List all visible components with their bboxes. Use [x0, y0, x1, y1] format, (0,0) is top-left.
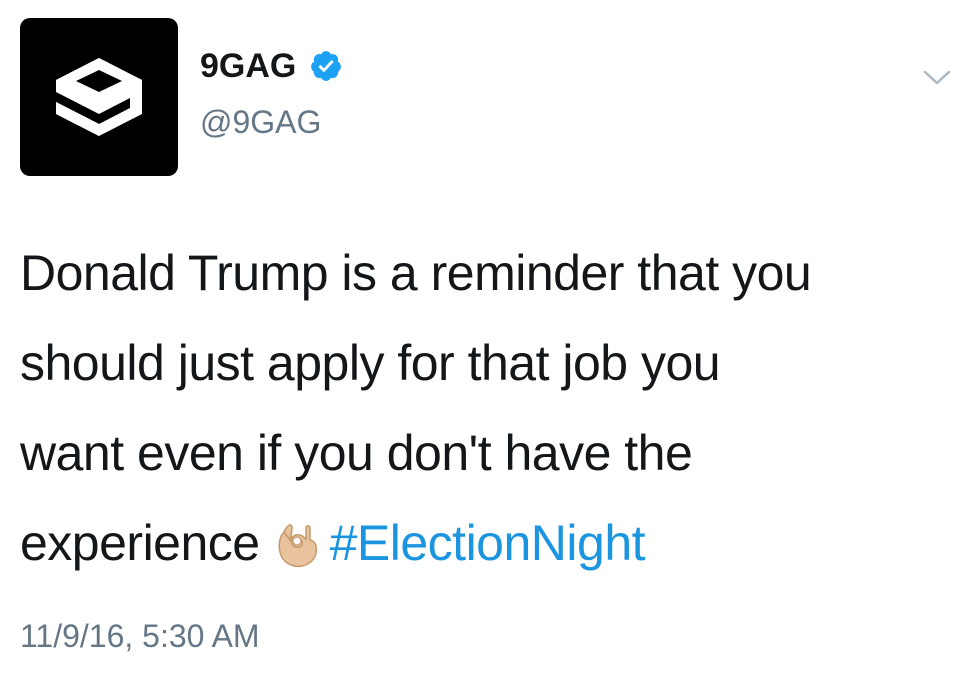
- tweet-text-line: want even if you don't have the: [20, 425, 693, 481]
- tweet-text-line: Donald Trump is a reminder that you: [20, 245, 812, 301]
- tweet-text-line: experience: [20, 515, 260, 571]
- display-name[interactable]: 9GAG: [200, 46, 296, 86]
- tweet-header: 9GAG @9GAG: [20, 18, 960, 178]
- verified-badge-icon: [310, 51, 341, 81]
- account-names: 9GAG @9GAG: [200, 46, 343, 140]
- tweet-text: Donald Trump is a reminder that you shou…: [20, 228, 970, 588]
- avatar[interactable]: [20, 18, 178, 176]
- tweet-text-line: should just apply for that job you: [20, 335, 721, 391]
- tweet-timestamp[interactable]: 11/9/16, 5:30 AM: [20, 616, 260, 656]
- tweet-card: 9GAG @9GAG Donald Trump is a reminder th…: [0, 0, 980, 676]
- chevron-down-icon[interactable]: [922, 68, 952, 88]
- hashtag-link[interactable]: #ElectionNight: [330, 515, 646, 571]
- tweet-text-last-line: experience #ElectionNight: [20, 498, 970, 588]
- ok-hand-emoji-icon: [278, 524, 317, 568]
- account-handle[interactable]: @9GAG: [200, 104, 343, 140]
- 9gag-logo-icon: [56, 58, 142, 136]
